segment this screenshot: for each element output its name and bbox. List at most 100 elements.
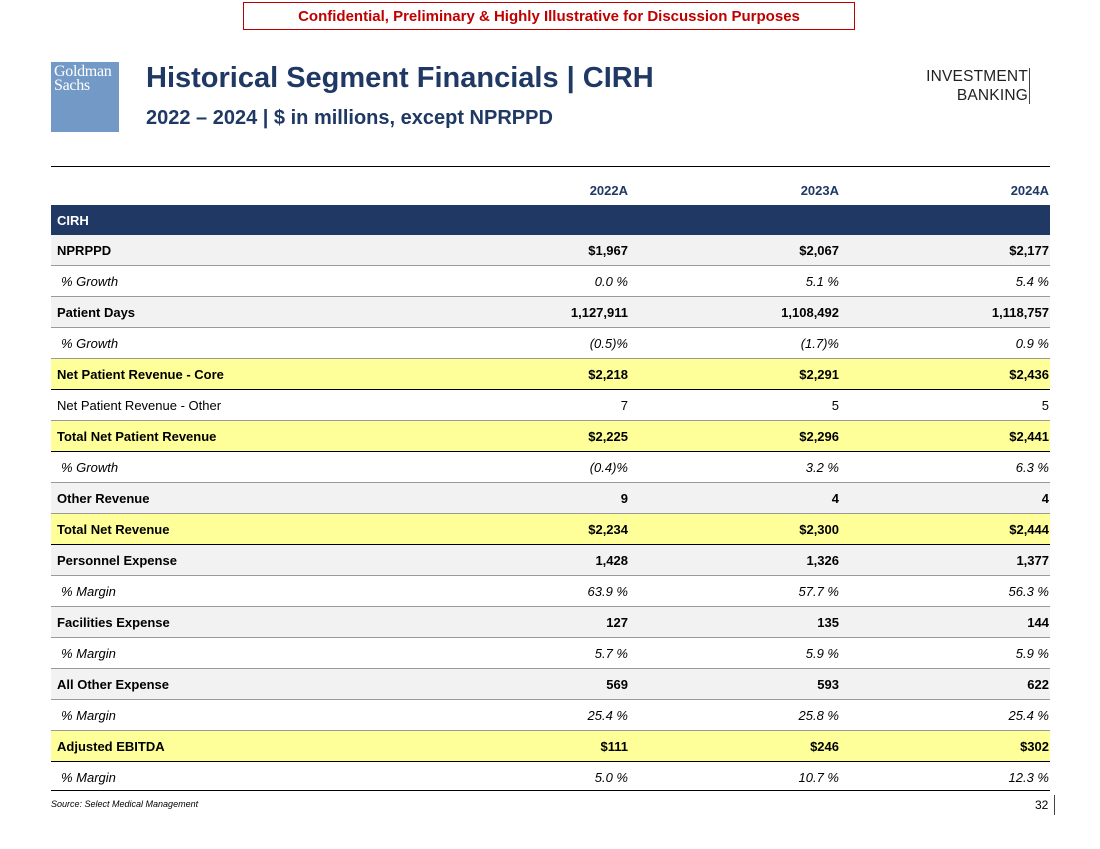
table-row: % Margin 63.9 % 57.7 % 56.3 % bbox=[51, 575, 1050, 607]
table-row: Adjusted EBITDA $111 $246 $302 bbox=[51, 730, 1050, 762]
value-cell-2022a: 0.0 % bbox=[435, 265, 629, 297]
value-cell-2024a: 25.4 % bbox=[840, 699, 1050, 731]
row-label: % Growth bbox=[51, 451, 435, 483]
value-cell-2024a: 5 bbox=[840, 389, 1050, 421]
value-cell-2024a: $2,436 bbox=[840, 358, 1050, 390]
value-cell-2023a: 135 bbox=[629, 606, 840, 638]
table-row: Facilities Expense 127 135 144 bbox=[51, 606, 1050, 638]
value-cell-2023a: $246 bbox=[629, 730, 840, 762]
value-cell-2024a: 1,118,757 bbox=[840, 296, 1050, 328]
column-header-2022: 2022A bbox=[589, 182, 628, 198]
value-cell-2023a: $2,296 bbox=[629, 420, 840, 452]
value-cell-2022a: 5.0 % bbox=[594, 769, 628, 785]
value-cell-2024a: 0.9 % bbox=[840, 327, 1050, 359]
row-label: Net Patient Revenue - Core bbox=[51, 358, 435, 390]
value-cell-2024a: 12.3 % bbox=[1008, 769, 1049, 785]
value-cell-2023a: 5.1 % bbox=[629, 265, 840, 297]
page-subtitle: 2022 – 2024 | $ in millions, except NPRP… bbox=[146, 107, 553, 129]
section-header-row: CIRH bbox=[51, 205, 1050, 235]
table-row: Patient Days 1,127,911 1,108,492 1,118,757 bbox=[51, 296, 1050, 328]
investment-banking-mark: INVESTMENT BANKING bbox=[926, 67, 1028, 105]
value-cell-2023a: 25.8 % bbox=[629, 699, 840, 731]
top-rule bbox=[51, 166, 1050, 167]
value-cell-2022a: 63.9 % bbox=[435, 575, 629, 607]
table-row: NPRPPD $1,967 $2,067 $2,177 bbox=[51, 235, 1050, 266]
value-cell-2024a: 1,377 bbox=[840, 544, 1050, 576]
value-cell-2024a: 5.4 % bbox=[840, 265, 1050, 297]
table-row: Net Patient Revenue - Core $2,218 $2,291 $2… bbox=[51, 358, 1050, 390]
table-row: Personnel Expense 1,428 1,326 1,377 bbox=[51, 544, 1050, 576]
value-cell-2023a: 5 bbox=[629, 389, 840, 421]
goldman-sachs-logo: Goldman Sachs bbox=[51, 62, 119, 132]
value-cell-2023a: 1,108,492 bbox=[629, 296, 840, 328]
row-label: Total Net Patient Revenue bbox=[51, 420, 435, 452]
value-cell-2022a: 25.4 % bbox=[435, 699, 629, 731]
value-cell-2022a: 7 bbox=[435, 389, 629, 421]
row-label: % Margin bbox=[51, 699, 435, 731]
value-cell-2022a: 9 bbox=[435, 482, 629, 514]
value-cell-2023a: 10.7 % bbox=[798, 769, 839, 785]
financials-table: 2022A 2023A 2024A CIRH NPRPPD $1,967 $2,06… bbox=[51, 175, 1050, 792]
table-row: Total Net Revenue $2,234 $2,300 $2,444 bbox=[51, 513, 1050, 545]
value-cell-2023a: $2,300 bbox=[629, 513, 840, 545]
value-cell-2022a: 1,428 bbox=[435, 544, 629, 576]
brand-divider bbox=[1029, 68, 1030, 104]
financials-table-body: 2022A 2023A 2024A CIRH NPRPPD $1,967 $2,06… bbox=[51, 175, 1050, 792]
value-cell-2022a: 1,127,911 bbox=[435, 296, 629, 328]
value-cell-2023a: 1,326 bbox=[629, 544, 840, 576]
logo-line-2: Sachs bbox=[54, 77, 90, 94]
value-cell-2022a: 127 bbox=[435, 606, 629, 638]
confidential-banner: Confidential, Preliminary & Highly Illus… bbox=[243, 2, 855, 30]
value-cell-2022a: (0.4)% bbox=[435, 451, 629, 483]
header-label-cell bbox=[51, 175, 435, 205]
value-cell-2024a: 56.3 % bbox=[840, 575, 1050, 607]
table-row: % Margin 25.4 % 25.8 % 25.4 % bbox=[51, 699, 1050, 731]
value-cell-2022a: 5.7 % bbox=[435, 637, 629, 669]
row-label: NPRPPD bbox=[51, 235, 435, 266]
table-row: All Other Expense 569 593 622 bbox=[51, 668, 1050, 700]
value-cell-2022a: 569 bbox=[435, 668, 629, 700]
row-label: Other Revenue bbox=[51, 482, 435, 514]
row-label: % Growth bbox=[51, 327, 435, 359]
row-label: % Margin bbox=[61, 769, 116, 785]
table-row: % Margin 5.0 % 10.7 % 12.3 % bbox=[51, 762, 1050, 793]
row-label: Total Net Revenue bbox=[51, 513, 435, 545]
value-cell-2022a: $2,225 bbox=[435, 420, 629, 452]
value-cell-2022a: $2,218 bbox=[435, 358, 629, 390]
brand-line-2: BANKING bbox=[956, 87, 1028, 104]
value-cell-2022a: $111 bbox=[435, 730, 629, 762]
value-cell-2024a: 6.3 % bbox=[840, 451, 1050, 483]
source-note: Source: Select Medical Management bbox=[51, 799, 199, 809]
table-row: % Margin 5.7 % 5.9 % 5.9 % bbox=[51, 637, 1050, 669]
value-cell-2023a: 3.2 % bbox=[629, 451, 840, 483]
row-label: All Other Expense bbox=[51, 668, 435, 700]
row-label: % Margin bbox=[51, 637, 435, 669]
value-cell-2022a: $1,967 bbox=[435, 235, 629, 266]
value-cell-2023a: (1.7)% bbox=[629, 327, 840, 359]
row-label: Net Patient Revenue - Other bbox=[51, 389, 435, 421]
row-label: Adjusted EBITDA bbox=[51, 730, 435, 762]
value-cell-2023a: 5.9 % bbox=[629, 637, 840, 669]
table-row: % Growth 0.0 % 5.1 % 5.4 % bbox=[51, 265, 1050, 297]
column-header-2024: 2024A bbox=[1010, 182, 1049, 198]
table-row: Total Net Patient Revenue $2,225 $2,296 $2,… bbox=[51, 420, 1050, 452]
value-cell-2023a: 593 bbox=[629, 668, 840, 700]
row-label: Personnel Expense bbox=[51, 544, 435, 576]
table-header-row: 2022A 2023A 2024A bbox=[51, 175, 1050, 205]
column-header-2023: 2023A bbox=[800, 182, 839, 198]
table-row: Net Patient Revenue - Other 7 5 5 bbox=[51, 389, 1050, 421]
value-cell-2024a: 4 bbox=[840, 482, 1050, 514]
value-cell-2024a: $2,177 bbox=[840, 235, 1050, 266]
row-label: % Growth bbox=[51, 265, 435, 297]
bottom-rule bbox=[51, 790, 1050, 791]
row-label: Facilities Expense bbox=[51, 606, 435, 638]
row-label: Patient Days bbox=[51, 296, 435, 328]
value-cell-2023a: 4 bbox=[629, 482, 840, 514]
section-title: CIRH bbox=[51, 205, 1050, 235]
table-row: % Growth (0.4)% 3.2 % 6.3 % bbox=[51, 451, 1050, 483]
page-title: Historical Segment Financials | CIRH bbox=[146, 62, 654, 94]
page-number-divider bbox=[1054, 795, 1055, 815]
value-cell-2022a: (0.5)% bbox=[435, 327, 629, 359]
table-row: % Growth (0.5)% (1.7)% 0.9 % bbox=[51, 327, 1050, 359]
value-cell-2024a: $2,441 bbox=[840, 420, 1050, 452]
